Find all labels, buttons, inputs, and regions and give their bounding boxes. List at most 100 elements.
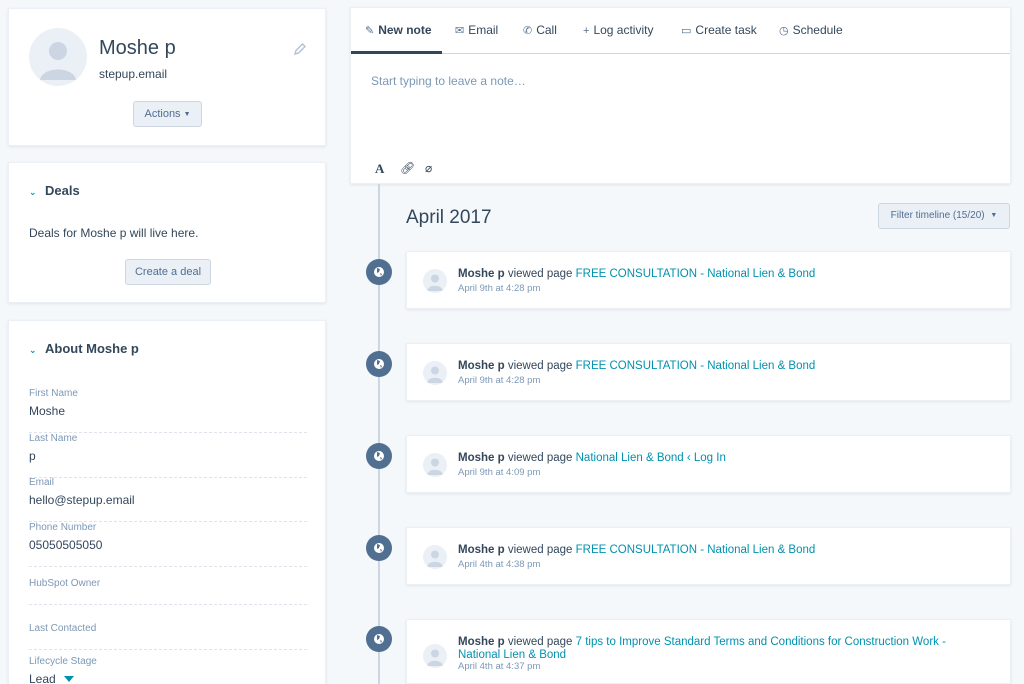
event-page-link[interactable]: FREE CONSULTATION - National Lien & Bond — [576, 544, 816, 556]
about-header[interactable]: ⌄ About Moshe p — [29, 341, 139, 356]
event-description: Moshe p viewed page National Lien & Bond… — [458, 452, 978, 465]
timeline-globe-icon — [366, 351, 392, 377]
timeline-event[interactable]: Moshe p viewed page FREE CONSULTATION - … — [406, 527, 1011, 585]
actions-button[interactable]: Actions ▼ — [133, 101, 202, 127]
event-page-link[interactable]: FREE CONSULTATION - National Lien & Bond — [576, 360, 816, 372]
person-icon — [423, 361, 447, 385]
event-actor: Moshe p — [458, 268, 505, 280]
field-value: 05050505050 — [29, 538, 103, 552]
tab-label: New note — [378, 23, 432, 37]
field-first-name[interactable]: First Name Moshe — [29, 388, 307, 433]
field-label: Email — [29, 477, 55, 488]
envelope-icon: ✉ — [455, 25, 465, 37]
event-page-link[interactable]: National Lien & Bond ‹ Log In — [576, 452, 726, 464]
field-value: p — [29, 449, 36, 463]
deals-header[interactable]: ⌄ Deals — [29, 183, 80, 198]
event-action: viewed page — [507, 268, 573, 280]
tab-create-task[interactable]: ▭ Create task — [681, 23, 757, 37]
caret-down-icon: ▼ — [990, 212, 998, 219]
event-timestamp: April 9th at 4:09 pm — [458, 467, 541, 478]
person-icon — [423, 644, 447, 668]
deals-card: ⌄ Deals Deals for Moshe p will live here.… — [8, 162, 326, 303]
event-actor: Moshe p — [458, 360, 505, 372]
field-label: HubSpot Owner — [29, 578, 101, 589]
timeline-globe-icon — [366, 626, 392, 652]
task-icon: ▭ — [681, 25, 692, 37]
text-format-icon[interactable]: A — [375, 161, 384, 177]
event-timestamp: April 4th at 4:37 pm — [458, 661, 541, 672]
timeline-event[interactable]: Moshe p viewed page FREE CONSULTATION - … — [406, 251, 1011, 309]
event-action: viewed page — [507, 544, 573, 556]
deals-title: Deals — [45, 183, 80, 198]
field-last-name[interactable]: Last Name p — [29, 433, 307, 478]
actions-button-label: Actions — [144, 108, 181, 120]
field-value: Lead — [29, 672, 56, 684]
field-phone-number[interactable]: Phone Number 05050505050 — [29, 522, 307, 567]
field-label: First Name — [29, 388, 78, 399]
event-description: Moshe p viewed page FREE CONSULTATION - … — [458, 544, 978, 557]
tab-schedule[interactable]: ◷ Schedule — [779, 23, 843, 37]
event-timestamp: April 4th at 4:38 pm — [458, 559, 541, 570]
tab-email[interactable]: ✉ Email — [455, 23, 498, 37]
note-input[interactable]: Start typing to leave a note… — [371, 74, 526, 88]
link-icon[interactable]: 🔗︎ — [400, 161, 415, 175]
activity-composer: ✎ New note ✉ Email ✆ Call + Log activity ▭ Cr… — [350, 7, 1011, 184]
timeline-event[interactable]: Moshe p viewed page National Lien & Bond… — [406, 435, 1011, 493]
contact-name: Moshe p — [99, 37, 176, 59]
contact-domain: stepup.email — [99, 67, 168, 81]
field-label: Last Name — [29, 433, 78, 444]
contact-avatar[interactable] — [29, 28, 87, 86]
phone-icon: ✆ — [523, 25, 533, 37]
field-value: hello@stepup.email — [29, 493, 135, 507]
pencil-icon[interactable] — [293, 42, 307, 56]
field-last-contacted[interactable]: Last Contacted — [29, 623, 307, 650]
tab-label: Call — [536, 23, 557, 37]
caret-down-icon: ▼ — [183, 111, 191, 118]
field-label: Lifecycle Stage — [29, 656, 97, 667]
event-action: viewed page — [507, 452, 573, 464]
event-description: Moshe p viewed page FREE CONSULTATION - … — [458, 360, 978, 373]
event-actor: Moshe p — [458, 636, 505, 648]
composer-tabs: ✎ New note ✉ Email ✆ Call + Log activity ▭ Cr… — [351, 8, 1010, 54]
deals-empty-text: Deals for Moshe p will live here. — [29, 226, 199, 240]
field-lifecycle-stage[interactable]: Lifecycle Stage Lead — [29, 656, 307, 684]
tab-new-note[interactable]: ✎ New note — [365, 23, 432, 37]
timeline-event[interactable]: Moshe p viewed page 7 tips to Improve St… — [406, 619, 1011, 684]
timeline-globe-icon — [366, 259, 392, 285]
about-card: ⌄ About Moshe p First Name Moshe Last Nam… — [8, 320, 326, 684]
event-page-link[interactable]: FREE CONSULTATION - National Lien & Bond — [576, 268, 816, 280]
field-email[interactable]: Email hello@stepup.email — [29, 477, 307, 522]
event-action: viewed page — [507, 636, 573, 648]
tab-log-activity[interactable]: + Log activity — [583, 23, 653, 37]
tab-label: Log activity — [593, 23, 654, 37]
field-value: Moshe — [29, 404, 66, 418]
tab-call[interactable]: ✆ Call — [523, 23, 557, 37]
event-actor: Moshe p — [458, 452, 505, 464]
create-deal-button[interactable]: Create a deal — [125, 259, 211, 285]
person-icon — [423, 545, 447, 569]
field-label: Phone Number — [29, 522, 97, 533]
attachment-icon[interactable]: ⌀ — [425, 161, 432, 175]
person-icon — [40, 42, 76, 80]
event-action: viewed page — [507, 360, 573, 372]
tab-label: Schedule — [792, 23, 843, 37]
filter-timeline-button[interactable]: Filter timeline (15/20) ▼ — [878, 203, 1010, 229]
edit-icon: ✎ — [365, 25, 375, 37]
chevron-down-icon: ⌄ — [29, 187, 37, 197]
timeline-event[interactable]: Moshe p viewed page FREE CONSULTATION - … — [406, 343, 1011, 401]
tab-label: Email — [468, 23, 499, 37]
caret-down-icon — [63, 676, 74, 682]
lifecycle-stage-select[interactable]: Lead — [29, 672, 307, 684]
filter-timeline-label: Filter timeline (15/20) — [890, 210, 985, 221]
clock-icon: ◷ — [779, 25, 789, 37]
field-hubspot-owner[interactable]: HubSpot Owner — [29, 578, 307, 605]
event-description: Moshe p viewed page 7 tips to Improve St… — [458, 636, 958, 662]
event-timestamp: April 9th at 4:28 pm — [458, 283, 541, 294]
person-icon — [423, 453, 447, 477]
person-icon — [423, 269, 447, 293]
field-label: Last Contacted — [29, 623, 97, 634]
plus-icon: + — [583, 25, 590, 37]
event-timestamp: April 9th at 4:28 pm — [458, 375, 541, 386]
event-actor: Moshe p — [458, 544, 505, 556]
about-title: About Moshe p — [45, 341, 139, 356]
